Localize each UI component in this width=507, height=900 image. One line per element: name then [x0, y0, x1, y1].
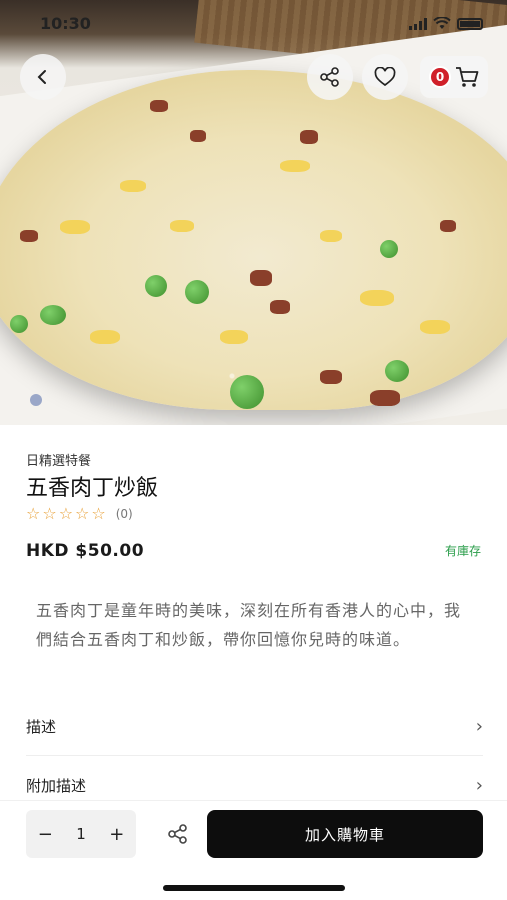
star-icon: ☆ — [58, 504, 74, 523]
heart-icon — [374, 67, 396, 87]
increment-button[interactable]: + — [109, 824, 124, 845]
cart-button[interactable]: 0 — [420, 56, 488, 98]
home-indicator — [163, 885, 345, 891]
back-button[interactable] — [20, 54, 66, 100]
favorite-button[interactable] — [362, 54, 408, 100]
battery-icon — [457, 17, 483, 30]
signal-icon — [409, 17, 427, 30]
gallery-page-indicator[interactable] — [30, 394, 42, 406]
share-icon — [320, 67, 339, 87]
star-icon: ☆ — [91, 504, 106, 523]
section-row-description[interactable]: 描述 › — [26, 697, 483, 755]
share-icon — [168, 824, 187, 844]
star-icon: ☆ — [26, 504, 41, 523]
section-label: 描述 — [26, 717, 57, 736]
chevron-right-icon: › — [475, 715, 483, 737]
star-icon: ☆ — [75, 504, 90, 523]
wifi-icon — [433, 17, 451, 29]
rating[interactable]: ☆ ☆ ☆ ☆ ☆ (0) — [26, 505, 133, 523]
fried-rice — [0, 70, 507, 410]
section-label: 附加描述 — [26, 776, 87, 795]
cart-count-badge: 0 — [429, 66, 451, 88]
chevron-right-icon: › — [475, 774, 483, 796]
share-product-button[interactable] — [164, 820, 192, 848]
star-icon: ☆ — [42, 504, 57, 523]
stock-status: 有庫存 — [444, 544, 481, 558]
rating-count: (0) — [115, 507, 133, 521]
status-icons — [409, 17, 483, 30]
product-title: 五香肉丁炒飯 — [26, 476, 159, 501]
cart-icon — [456, 67, 479, 87]
status-time: 10:30 — [40, 14, 91, 33]
product-price: HKD $50.00 — [26, 541, 145, 561]
product-image[interactable]: 10:30 0 — [0, 0, 507, 425]
status-bar: 10:30 — [0, 14, 507, 36]
quantity-value[interactable]: 1 — [76, 825, 86, 843]
product-category: 日精選特餐 — [26, 454, 92, 469]
share-button[interactable] — [307, 54, 353, 100]
add-to-cart-button[interactable]: 加入購物車 — [207, 810, 483, 858]
decrement-button[interactable]: − — [38, 824, 53, 845]
quantity-stepper: − 1 + — [26, 810, 136, 858]
product-description: 五香肉丁是童年時的美味，深刻在所有香港人的心中，我們結合五香肉丁和炒飯，帶你回憶… — [36, 601, 462, 649]
chevron-left-icon — [37, 70, 46, 84]
